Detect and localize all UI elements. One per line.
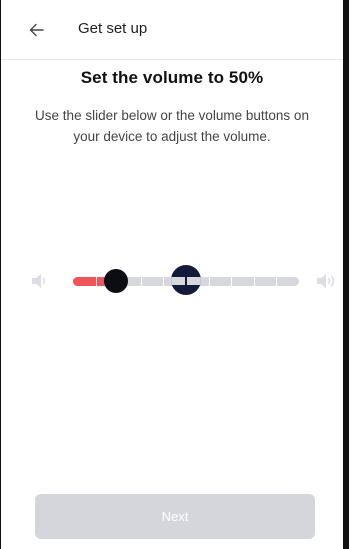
speaker-high-icon xyxy=(316,271,338,296)
instructions-text: Use the slider below or the volume butto… xyxy=(35,108,309,144)
slider-tick xyxy=(140,277,142,286)
slider-tick xyxy=(95,277,97,286)
slider-tick xyxy=(163,277,165,286)
arrow-left-icon xyxy=(29,23,44,37)
target-marker xyxy=(171,265,201,295)
slider-thumb[interactable] xyxy=(103,269,128,293)
page-title: Set the volume to 50% xyxy=(80,68,264,87)
app-screen: Get set up Set the volume to 50% Use the… xyxy=(0,0,349,549)
slider-tick xyxy=(276,277,278,286)
target-line xyxy=(185,270,187,290)
slider-tick xyxy=(253,277,255,286)
speaker-low-icon xyxy=(31,271,49,296)
slider-tick xyxy=(208,277,210,286)
back-button[interactable] xyxy=(27,19,47,41)
volume-slider[interactable] xyxy=(73,265,299,295)
slider-tick xyxy=(231,277,233,286)
header-title: Get set up xyxy=(78,20,148,37)
header: Get set up xyxy=(1,0,343,60)
next-button[interactable]: Next xyxy=(35,494,315,539)
